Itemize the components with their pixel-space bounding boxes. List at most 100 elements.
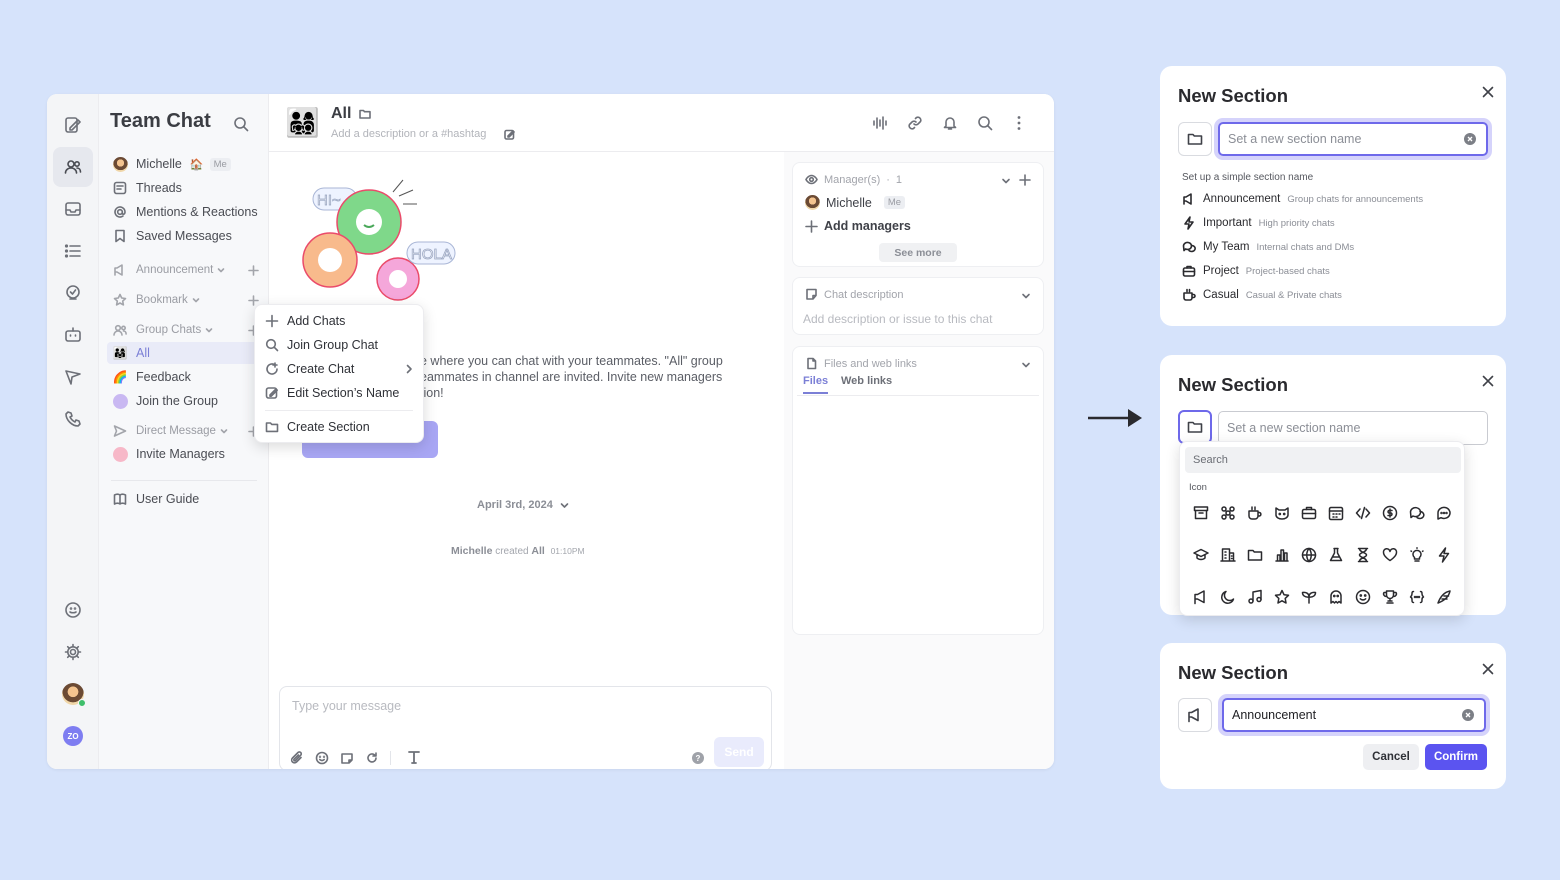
user-avatar[interactable] <box>53 674 93 714</box>
suggestion-casual[interactable]: Casual Casual & Private chats <box>1182 286 1342 304</box>
building-icon[interactable] <box>1217 544 1239 566</box>
more-vertical-icon[interactable] <box>1017 115 1021 131</box>
cat-face-icon[interactable] <box>1271 502 1293 524</box>
chevron-down-icon[interactable] <box>1001 176 1011 186</box>
briefcase-icon[interactable] <box>1298 502 1320 524</box>
lightbulb-icon[interactable] <box>1406 544 1428 566</box>
suggestion-announcement[interactable]: Announcement Group chats for announcemen… <box>1182 190 1423 208</box>
managers-header[interactable]: Manager(s) · 1 <box>805 173 902 186</box>
chat-description-input[interactable]: Add description or issue to this chat <box>803 312 992 326</box>
section-icon-button[interactable] <box>1178 122 1212 156</box>
menu-item-edit-section-name[interactable]: Edit Section’s Name <box>265 383 415 403</box>
bar-chart-icon[interactable] <box>1271 544 1293 566</box>
section-bookmark[interactable]: Bookmark <box>107 289 259 311</box>
archive-box-icon[interactable] <box>1190 502 1212 524</box>
section-name-input[interactable]: Announcement <box>1222 698 1486 732</box>
network-icon[interactable] <box>1217 502 1239 524</box>
dollar-coin-icon[interactable] <box>1379 502 1401 524</box>
chat-dots-icon[interactable] <box>1433 502 1455 524</box>
section-direct-message[interactable]: Direct Message <box>107 420 259 442</box>
flask-icon[interactable] <box>1325 544 1347 566</box>
suggestion-important[interactable]: Important High priority chats <box>1182 214 1335 232</box>
sidebar-item-threads[interactable]: Threads <box>107 177 259 199</box>
list-icon[interactable] <box>53 231 93 271</box>
suggestion-my-team[interactable]: My Team Internal chats and DMs <box>1182 238 1354 256</box>
tab-files[interactable]: Files <box>803 375 829 394</box>
add-icon[interactable] <box>1019 174 1031 186</box>
cancel-button[interactable]: Cancel <box>1363 744 1419 770</box>
close-icon[interactable] <box>1482 86 1494 98</box>
date-separator[interactable]: April 3rd, 2024 <box>477 499 569 511</box>
chevron-down-icon[interactable] <box>1021 360 1031 370</box>
chat-description-header[interactable]: Chat description <box>805 288 904 301</box>
text-format-icon[interactable] <box>406 749 422 765</box>
compose-icon[interactable] <box>53 105 93 145</box>
tab-web-links[interactable]: Web links <box>841 375 892 387</box>
message-input[interactable]: Type your message <box>292 699 401 713</box>
calendar-icon[interactable] <box>1325 502 1347 524</box>
files-header[interactable]: Files and web links <box>805 357 917 370</box>
add-icon[interactable] <box>248 264 259 276</box>
sidebar-item-invite-managers[interactable]: Invite Managers <box>107 443 259 465</box>
section-name-input[interactable]: Set a new section name <box>1218 122 1488 156</box>
icon-search-input[interactable]: Search <box>1185 447 1461 473</box>
bot-icon[interactable] <box>53 315 93 355</box>
sidebar-user-row[interactable]: Michelle 🏠 Me <box>107 153 259 175</box>
star-icon[interactable] <box>1271 586 1293 608</box>
send-icon[interactable] <box>53 357 93 397</box>
moon-icon[interactable] <box>1217 586 1239 608</box>
send-button[interactable]: Send <box>714 737 764 767</box>
see-more-button[interactable]: See more <box>879 243 957 262</box>
loop-icon[interactable] <box>365 751 379 765</box>
contacts-icon[interactable] <box>53 147 93 187</box>
zoho-logo-icon[interactable]: ZO <box>53 716 93 756</box>
feather-icon[interactable] <box>1433 586 1455 608</box>
section-icon-button[interactable] <box>1178 410 1212 444</box>
section-icon-button[interactable] <box>1178 698 1212 732</box>
section-group-chats[interactable]: Group Chats <box>107 319 259 341</box>
confirm-button[interactable]: Confirm <box>1425 744 1487 770</box>
settings-gear-icon[interactable] <box>53 632 93 672</box>
trophy-icon[interactable] <box>1379 586 1401 608</box>
section-name-input[interactable]: Set a new section name <box>1218 411 1488 445</box>
clear-input-icon[interactable] <box>1462 709 1474 721</box>
help-icon[interactable]: ? <box>692 752 704 764</box>
suggestion-project[interactable]: Project Project-based chats <box>1182 262 1330 280</box>
search-icon[interactable] <box>977 115 993 131</box>
heart-icon[interactable] <box>1379 544 1401 566</box>
graduation-cap-icon[interactable] <box>1190 544 1212 566</box>
close-icon[interactable] <box>1482 663 1494 675</box>
music-note-icon[interactable] <box>1244 586 1266 608</box>
hourglass-icon[interactable] <box>1352 544 1374 566</box>
attach-icon[interactable] <box>290 751 304 765</box>
inbox-icon[interactable] <box>53 189 93 229</box>
audio-wave-icon[interactable] <box>872 115 888 131</box>
chevron-down-icon[interactable] <box>1021 291 1031 301</box>
sidebar-search-icon[interactable] <box>233 116 249 132</box>
sidebar-item-saved[interactable]: Saved Messages <box>107 225 259 247</box>
sidebar-item-all[interactable]: 👨‍👩‍👧 All <box>107 342 259 364</box>
manager-row[interactable]: Michelle Me <box>805 195 906 210</box>
folder-icon[interactable] <box>359 108 371 120</box>
code-icon[interactable] <box>1352 502 1374 524</box>
smiley-icon[interactable] <box>1352 586 1374 608</box>
clear-input-icon[interactable] <box>1464 133 1476 145</box>
tasks-icon[interactable] <box>53 273 93 313</box>
menu-item-create-chat[interactable]: Create Chat <box>265 359 415 379</box>
close-icon[interactable] <box>1482 375 1494 387</box>
menu-item-join-group-chat[interactable]: Join Group Chat <box>265 335 415 355</box>
sidebar-item-user-guide[interactable]: User Guide <box>107 488 259 510</box>
clock-icon[interactable] <box>53 590 93 630</box>
phone-icon[interactable] <box>53 399 93 439</box>
edit-icon[interactable] <box>504 129 515 140</box>
menu-item-create-section[interactable]: Create Section <box>265 417 415 437</box>
lightning-icon[interactable] <box>1433 544 1455 566</box>
sidebar-item-join-group[interactable]: Join the Group <box>107 390 259 412</box>
braces-icon[interactable] <box>1406 586 1428 608</box>
coffee-icon[interactable] <box>1244 502 1266 524</box>
add-managers-button[interactable]: Add managers <box>805 219 911 233</box>
chat-description[interactable]: Add a description or a #hashtag <box>331 128 486 140</box>
bell-icon[interactable] <box>942 115 958 131</box>
section-announcement[interactable]: Announcement <box>107 259 259 281</box>
sticker-icon[interactable] <box>340 751 354 765</box>
